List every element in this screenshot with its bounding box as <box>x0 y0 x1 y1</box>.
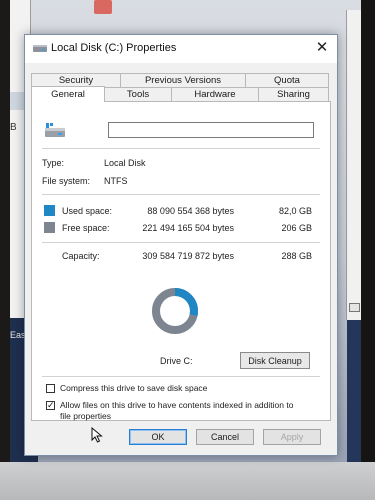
ok-button[interactable]: OK <box>129 429 187 445</box>
background-window-right <box>346 10 361 320</box>
tab-label: Sharing <box>277 89 310 100</box>
used-space-size: 82,0 GB <box>278 206 312 216</box>
apply-button[interactable]: Apply <box>263 429 321 445</box>
tab-label: Security <box>58 75 94 86</box>
drive-icon <box>33 45 47 52</box>
background-window-button[interactable] <box>349 303 360 312</box>
type-label: Type: <box>42 158 65 168</box>
properties-dialog: Local Disk (C:) Properties ✕ Security Pr… <box>24 34 338 456</box>
tab-quota[interactable]: Quota <box>245 73 329 87</box>
index-checkbox[interactable]: ✓ <box>46 400 55 410</box>
close-button[interactable]: ✕ <box>311 38 333 58</box>
mouse-cursor-icon <box>91 427 103 443</box>
tab-tools[interactable]: Tools <box>104 87 172 101</box>
file-system-label: File system: <box>42 176 91 186</box>
disk-usage-donut <box>152 288 198 334</box>
free-space-size: 206 GB <box>281 223 312 233</box>
type-value: Local Disk <box>104 158 146 168</box>
tab-label: Hardware <box>194 89 236 100</box>
free-space-label: Free space: <box>62 223 110 233</box>
index-label-line1: Allow files on this drive to have conten… <box>60 400 294 410</box>
free-space-bytes: 221 494 165 504 bytes <box>142 223 234 233</box>
tab-label: General <box>51 89 85 100</box>
drive-icon <box>45 123 65 137</box>
divider <box>42 242 320 243</box>
tab-previous-versions[interactable]: Previous Versions <box>120 73 246 87</box>
disk-cleanup-button[interactable]: Disk Cleanup <box>240 352 310 369</box>
compress-checkbox[interactable] <box>46 384 55 393</box>
tab-hardware[interactable]: Hardware <box>171 87 259 101</box>
file-system-value: NTFS <box>104 176 128 186</box>
divider <box>42 376 320 377</box>
used-space-bytes: 88 090 554 368 bytes <box>147 206 234 216</box>
index-label-line2: file properties <box>60 411 112 421</box>
drive-caption: Drive C: <box>160 356 193 366</box>
drive-name-input[interactable] <box>108 122 314 138</box>
tab-sharing[interactable]: Sharing <box>258 87 329 101</box>
capacity-bytes: 309 584 719 872 bytes <box>142 251 234 261</box>
background-window-text: B <box>10 122 17 133</box>
capacity-label: Capacity: <box>62 251 100 261</box>
monitor-bezel-right <box>361 0 375 500</box>
tab-security[interactable]: Security <box>31 73 121 87</box>
cancel-button[interactable]: Cancel <box>196 429 254 445</box>
background-dark-panel-right <box>347 320 361 462</box>
tab-general[interactable]: General <box>31 86 105 102</box>
used-space-swatch <box>44 205 55 216</box>
compress-label: Compress this drive to save disk space <box>60 383 208 393</box>
background-app-icon <box>94 0 112 14</box>
checkmark-icon: ✓ <box>47 400 55 410</box>
title-bar[interactable]: Local Disk (C:) Properties ✕ <box>25 35 337 63</box>
monitor-bezel-left <box>0 0 10 500</box>
dialog-title: Local Disk (C:) Properties <box>51 42 177 54</box>
tab-label: Tools <box>126 89 150 100</box>
monitor-bezel-bottom <box>0 462 375 500</box>
used-space-label: Used space: <box>62 206 113 216</box>
tab-label: Previous Versions <box>144 75 222 86</box>
capacity-size: 288 GB <box>281 251 312 261</box>
divider <box>42 194 320 195</box>
close-icon: ✕ <box>315 39 329 56</box>
tab-label: Quota <box>274 75 300 86</box>
divider <box>42 148 320 149</box>
general-tab-page: Type: Local Disk File system: NTFS Used … <box>31 101 331 421</box>
free-space-swatch <box>44 222 55 233</box>
